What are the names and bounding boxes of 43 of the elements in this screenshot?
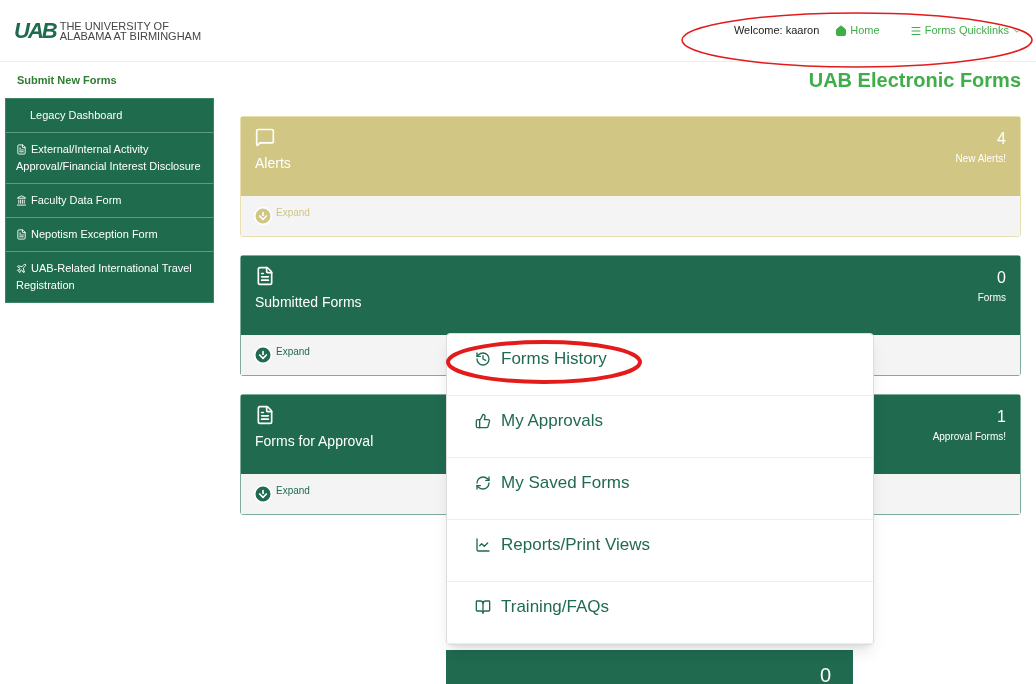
- sidebar-item[interactable]: External/Internal Activity Approval/Financial Interest Disclosure: [6, 133, 213, 184]
- sidebar-item[interactable]: UAB-Related International Travel Registration: [6, 252, 213, 302]
- panel-count-label: Forms: [977, 291, 1006, 305]
- sidebar-heading: Submit New Forms: [16, 72, 118, 88]
- panel-count: 0: [997, 268, 1006, 288]
- expand-icon: [253, 345, 273, 365]
- logo-text: THE UNIVERSITY OF: [59, 20, 170, 31]
- panel-count: 4: [997, 129, 1006, 149]
- sidebar-item[interactable]: Legacy Dashboard: [6, 99, 213, 133]
- dropdown-item[interactable]: My Saved Forms: [447, 458, 873, 520]
- panel-count: 0: [819, 663, 831, 684]
- panel-count-label: Approval Forms!: [932, 430, 1006, 444]
- expand-icon: [253, 484, 273, 504]
- dropdown-item[interactable]: My Approvals: [447, 396, 873, 458]
- logo-text: ALABAMA AT BIRMINGHAM: [59, 30, 202, 41]
- panel-title: Submitted Forms: [255, 293, 362, 312]
- panel-title: Forms for Approval: [255, 432, 374, 451]
- logo-mark: UAB: [14, 19, 56, 42]
- menu-icon: [909, 24, 922, 37]
- chat-icon: [255, 127, 275, 147]
- dropdown-item[interactable]: Reports/Print Views: [447, 520, 873, 582]
- page-title: UAB Electronic Forms: [808, 68, 1021, 92]
- chart-icon: [475, 536, 491, 553]
- dropdown-item[interactable]: Training/FAQs: [447, 582, 873, 644]
- book-icon: [475, 598, 491, 615]
- plane-icon: [16, 262, 27, 274]
- sidebar-item[interactable]: Nepotism Exception Form: [6, 218, 213, 252]
- dropdown-item[interactable]: Forms History: [447, 334, 873, 396]
- panel-count: 1: [997, 407, 1006, 427]
- panel-count-label: New Alerts!: [955, 152, 1006, 166]
- welcome-text: Welcome: kaaron: [733, 23, 820, 39]
- file-icon: [255, 405, 275, 425]
- home-icon: [835, 24, 848, 37]
- expand-icon: [253, 206, 273, 226]
- sidebar-item[interactable]: Faculty Data Form: [6, 184, 213, 218]
- refresh-icon: [475, 474, 491, 491]
- file-icon: [16, 228, 27, 240]
- history-icon: [475, 350, 491, 367]
- bank-icon: [16, 194, 27, 206]
- thumbs-up-icon: [475, 412, 491, 429]
- file-icon: [16, 143, 27, 155]
- file-icon: [255, 266, 275, 286]
- panel-title: Alerts: [255, 154, 291, 173]
